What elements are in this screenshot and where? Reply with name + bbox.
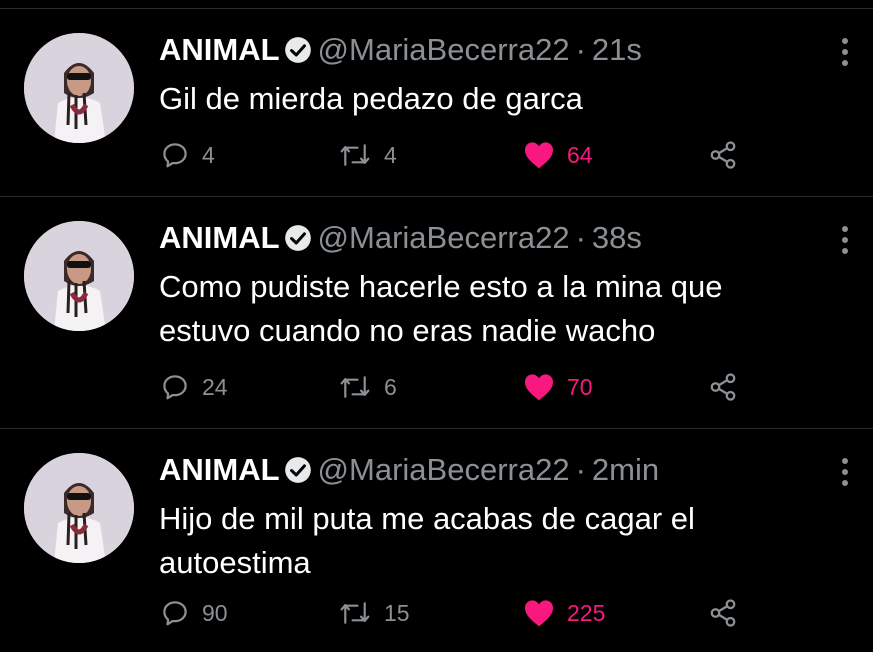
- tweet-text: Como pudiste hacerle esto a la mina que …: [159, 269, 723, 348]
- display-name[interactable]: ANIMAL: [159, 220, 280, 255]
- avatar[interactable]: [24, 33, 134, 143]
- reply-bubble-icon: [160, 598, 190, 628]
- retweet-button[interactable]: 6: [338, 369, 397, 405]
- verified-badge-icon: [284, 35, 312, 73]
- like-button[interactable]: 225: [523, 595, 605, 631]
- tweet[interactable]: ANIMAL @MariaBecerra22 · 21s Gil de mierda …: [0, 8, 873, 197]
- more-vertical-icon[interactable]: [841, 225, 849, 255]
- retweet-button[interactable]: 15: [338, 595, 410, 631]
- more-vertical-icon[interactable]: [841, 457, 849, 487]
- tweet-actions: 90 15 225: [160, 595, 760, 631]
- retweet-count: 4: [384, 141, 397, 168]
- tweet-header: ANIMAL @MariaBecerra22 · 38s: [159, 219, 642, 261]
- tweet-text: Hijo de mil puta me acabas de cagar el a…: [159, 501, 695, 580]
- share-icon: [708, 140, 738, 170]
- like-count: 70: [567, 373, 593, 400]
- timestamp[interactable]: 2min: [592, 452, 659, 487]
- tweet[interactable]: ANIMAL @MariaBecerra22 · 38s Como pudiste h…: [0, 196, 873, 429]
- avatar[interactable]: [24, 221, 134, 331]
- reply-count: 24: [202, 373, 228, 400]
- separator-dot: ·: [575, 452, 586, 487]
- more-vertical-icon[interactable]: [841, 37, 849, 67]
- reply-button[interactable]: 24: [160, 369, 228, 405]
- avatar[interactable]: [24, 453, 134, 563]
- verified-badge-icon: [284, 455, 312, 493]
- user-handle[interactable]: @MariaBecerra22: [318, 220, 570, 255]
- share-button[interactable]: [708, 137, 738, 173]
- display-name[interactable]: ANIMAL: [159, 32, 280, 67]
- tweet-text: Gil de mierda pedazo de garca: [159, 81, 583, 116]
- tweet-actions: 24 6 70: [160, 369, 760, 405]
- tweet-header: ANIMAL @MariaBecerra22 · 21s: [159, 31, 642, 73]
- heart-icon: [523, 598, 555, 628]
- reply-bubble-icon: [160, 372, 190, 402]
- reply-count: 4: [202, 141, 215, 168]
- separator-dot: ·: [575, 32, 586, 67]
- share-icon: [708, 372, 738, 402]
- like-count: 225: [567, 599, 606, 626]
- reply-count: 90: [202, 599, 228, 626]
- retweet-button[interactable]: 4: [338, 137, 397, 173]
- user-handle[interactable]: @MariaBecerra22: [318, 32, 570, 67]
- like-count: 64: [567, 141, 593, 168]
- tweet[interactable]: ANIMAL @MariaBecerra22 · 2min Hijo de mil p…: [0, 428, 873, 652]
- timestamp[interactable]: 38s: [592, 220, 642, 255]
- share-icon: [708, 598, 738, 628]
- separator-dot: ·: [575, 220, 586, 255]
- like-button[interactable]: 64: [523, 137, 593, 173]
- heart-icon: [523, 140, 555, 170]
- retweet-arrows-icon: [338, 598, 372, 628]
- reply-bubble-icon: [160, 140, 190, 170]
- display-name[interactable]: ANIMAL: [159, 452, 280, 487]
- tweet-actions: 4 4 64: [160, 137, 760, 173]
- share-button[interactable]: [708, 595, 738, 631]
- user-handle[interactable]: @MariaBecerra22: [318, 452, 570, 487]
- retweet-count: 6: [384, 373, 397, 400]
- like-button[interactable]: 70: [523, 369, 593, 405]
- retweet-count: 15: [384, 599, 410, 626]
- tweet-header: ANIMAL @MariaBecerra22 · 2min: [159, 451, 659, 493]
- reply-button[interactable]: 4: [160, 137, 215, 173]
- retweet-arrows-icon: [338, 140, 372, 170]
- verified-badge-icon: [284, 223, 312, 261]
- share-button[interactable]: [708, 369, 738, 405]
- timestamp[interactable]: 21s: [592, 32, 642, 67]
- reply-button[interactable]: 90: [160, 595, 228, 631]
- retweet-arrows-icon: [338, 372, 372, 402]
- tweet-feed: ANIMAL @MariaBecerra22 · 21s Gil de mierda …: [0, 0, 873, 651]
- heart-icon: [523, 372, 555, 402]
